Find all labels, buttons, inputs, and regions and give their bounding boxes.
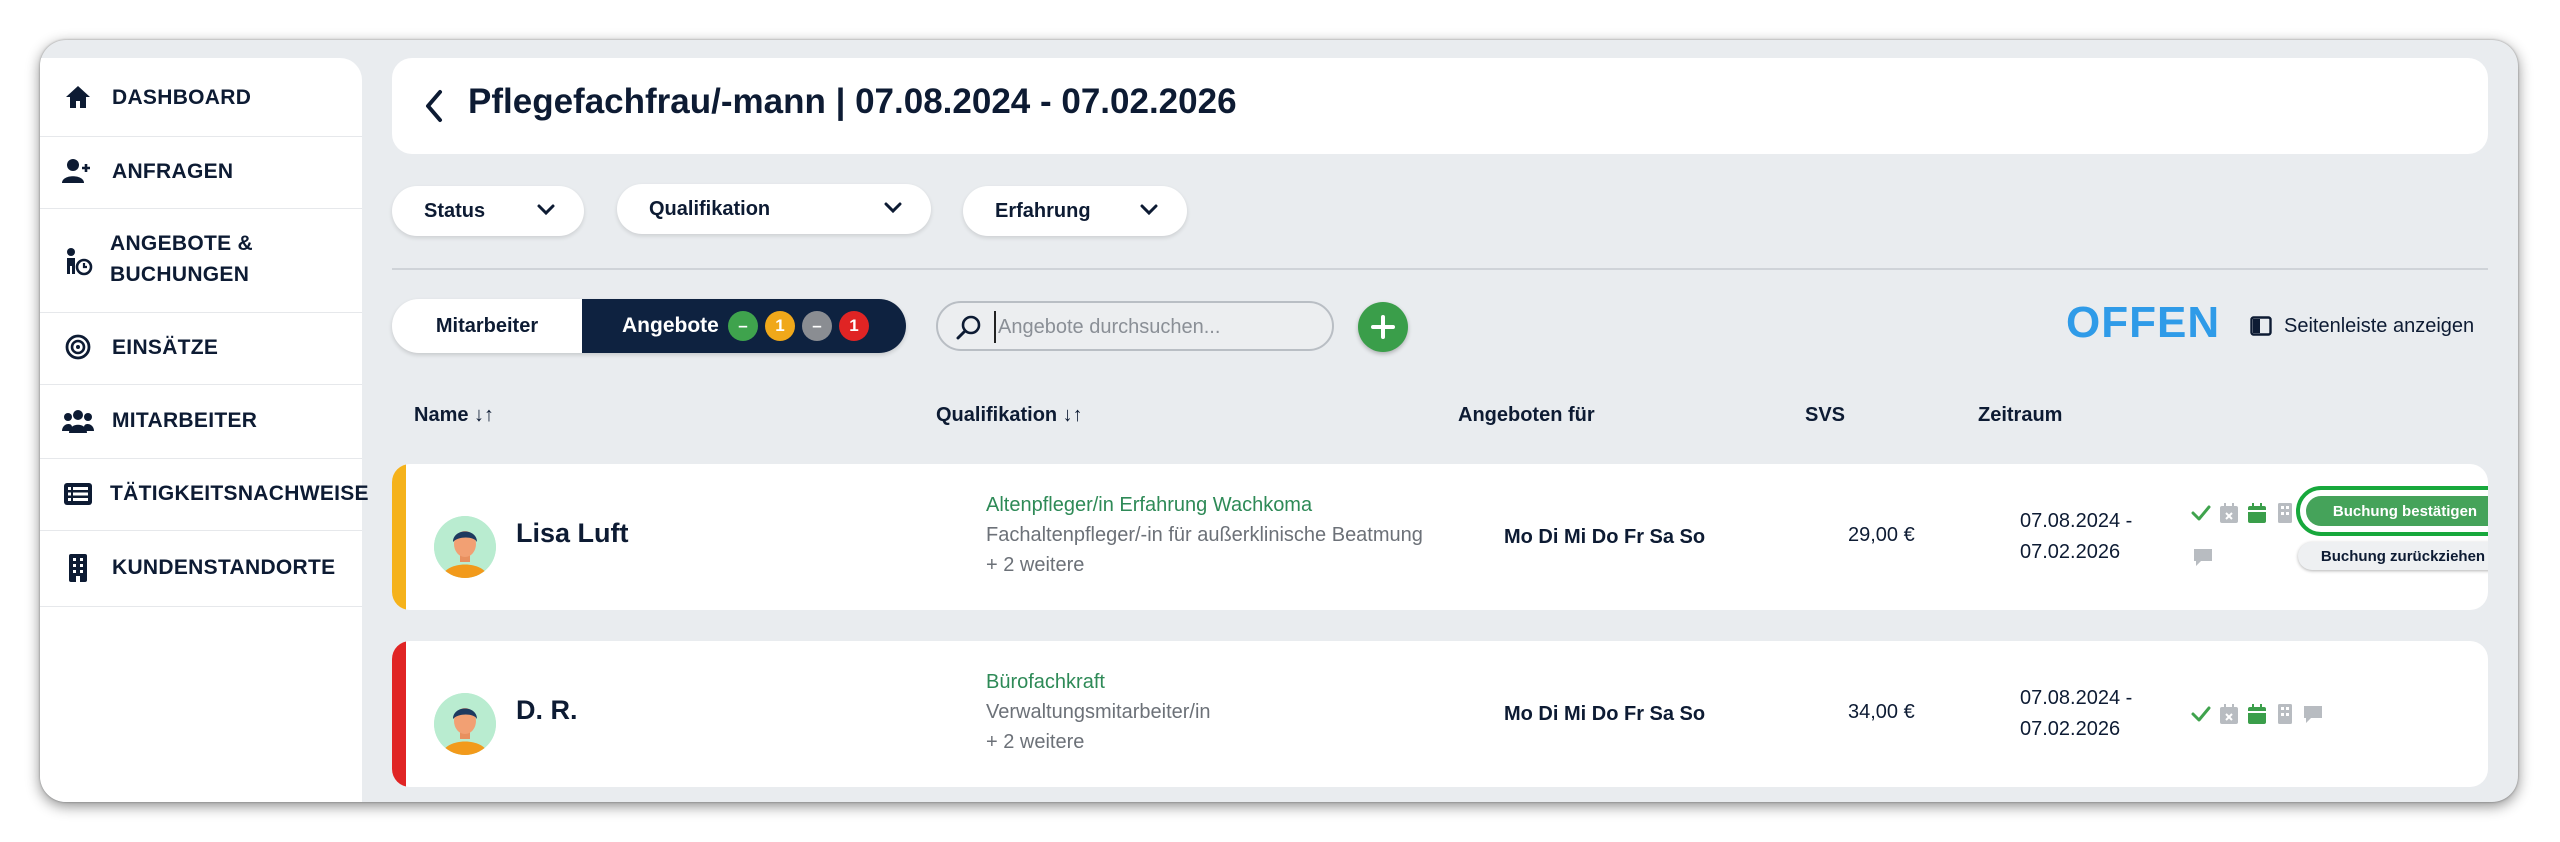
qualification-secondary: Fachaltenpfleger/-in für außerklinische … — [986, 524, 1423, 546]
calendar-cancel-icon[interactable] — [2218, 502, 2240, 524]
sidebar-item-label: EINSÄTZE — [112, 336, 219, 359]
chevron-down-icon — [537, 204, 555, 216]
erfahrung-filter-dropdown[interactable]: Erfahrung — [963, 186, 1187, 236]
search-box — [936, 301, 1334, 351]
column-header-name[interactable]: Name ↓↑ — [414, 404, 494, 427]
offered-days: Mo Di Mi Do Fr Sa So — [1504, 526, 1706, 548]
sidebar-panel-icon — [2250, 316, 2272, 336]
home-icon — [62, 81, 94, 113]
sidebar-item-mitarbeiter[interactable]: MITARBEITER — [40, 384, 362, 459]
building-icon — [62, 552, 94, 584]
chevron-down-icon — [1140, 204, 1158, 216]
building-icon[interactable] — [2274, 703, 2296, 725]
employee-name: Lisa Luft — [516, 518, 629, 548]
date-range-start: 07.08.2024 - — [2020, 687, 2133, 709]
sidebar-item-kundenstandorte[interactable]: KUNDENSTANDORTE — [40, 530, 362, 607]
building-icon[interactable] — [2274, 502, 2296, 524]
plus-icon — [1371, 315, 1395, 339]
users-icon — [62, 405, 94, 437]
chevron-down-icon — [884, 202, 902, 214]
table-row[interactable]: Lisa Luft Altenpfleger/in Erfahrung Wach… — [392, 464, 2488, 610]
withdraw-booking-button[interactable]: Buchung zurückziehen — [2298, 542, 2488, 570]
date-range-end: 07.02.2026 — [2020, 541, 2121, 563]
svs-rate: 29,00 € — [1848, 524, 1915, 546]
status-filter-label: Status — [424, 199, 486, 222]
row-status-accent — [392, 641, 406, 787]
add-button[interactable] — [1358, 302, 1408, 352]
show-sidebar-button[interactable]: Seitenleiste anzeigen — [2250, 312, 2474, 340]
date-range: 07.08.2024 - 07.02.2026 — [2020, 683, 2132, 745]
show-sidebar-label: Seitenleiste anzeigen — [2284, 314, 2475, 337]
sidebar-item-label-line1: ANGEBOTE & — [110, 232, 254, 255]
status-badge-grey: – — [802, 311, 832, 341]
sidebar-item-label: MITARBEITER — [112, 409, 258, 432]
qualification-more[interactable]: + 2 weitere — [986, 731, 1084, 754]
comment-icon[interactable] — [2192, 546, 2214, 568]
sidebar: DASHBOARD ANFRAGEN ANGEBOTE & BUCHUNGEN … — [40, 58, 369, 802]
table-row[interactable]: D. R. Bürofachkraft Verwaltungsmitarbeit… — [392, 641, 2488, 787]
sidebar-item-label: ANFRAGEN — [112, 160, 234, 183]
sidebar-item-anfragen[interactable]: ANFRAGEN — [40, 136, 362, 209]
status-label: OFFEN — [2066, 298, 2221, 347]
sidebar-item-angebote-buchungen[interactable]: ANGEBOTE & BUCHUNGEN — [40, 208, 362, 313]
sidebar-item-label: KUNDENSTANDORTE — [112, 556, 336, 579]
qualifikation-filter-label: Qualifikation — [649, 197, 771, 220]
check-icon[interactable] — [2190, 703, 2212, 725]
page-title: Pflegefachfrau/-mann | 07.08.2024 - 07.0… — [468, 82, 1237, 121]
status-filter-dropdown[interactable]: Status — [392, 186, 584, 236]
sidebar-item-einsaetze[interactable]: EINSÄTZE — [40, 312, 362, 385]
calendar-icon[interactable] — [2246, 703, 2268, 725]
sidebar-item-label-line2: BUCHUNGEN — [110, 263, 250, 286]
offers-bookings-icon — [62, 245, 94, 277]
date-range-start: 07.08.2024 - — [2020, 510, 2133, 532]
status-badge-green: – — [728, 311, 758, 341]
divider — [392, 268, 2488, 270]
search-icon — [956, 315, 981, 340]
list-icon — [62, 478, 94, 510]
avatar — [434, 516, 496, 578]
sidebar-item-taetigkeitsnachweise[interactable]: TÄTIGKEITSNACHWEISE — [40, 458, 369, 531]
tab-mitarbeiter[interactable]: Mitarbeiter — [392, 299, 582, 353]
add-user-icon — [62, 155, 94, 187]
column-header-angeboten: Angeboten für — [1458, 404, 1595, 426]
confirm-booking-button[interactable]: Buchung bestätigen — [2306, 496, 2488, 526]
tab-angebote[interactable]: Angebote – 1 – 1 — [582, 299, 906, 353]
page-header: Pflegefachfrau/-mann | 07.08.2024 - 07.0… — [392, 58, 2488, 154]
status-badge-red: 1 — [839, 311, 869, 341]
date-range-end: 07.02.2026 — [2020, 718, 2121, 740]
qualification-more[interactable]: + 2 weitere — [986, 554, 1084, 577]
qualification-primary: Altenpfleger/in Erfahrung Wachkoma — [986, 494, 1313, 516]
column-header-svs: SVS — [1805, 404, 1846, 426]
sidebar-item-dashboard[interactable]: DASHBOARD — [40, 58, 362, 137]
status-badge-yellow: 1 — [765, 311, 795, 341]
erfahrung-filter-label: Erfahrung — [995, 199, 1091, 222]
calendar-icon[interactable] — [2246, 502, 2268, 524]
svs-rate: 34,00 € — [1848, 701, 1915, 723]
sidebar-item-label: DASHBOARD — [112, 86, 252, 109]
column-header-zeitraum: Zeitraum — [1978, 404, 2063, 426]
sidebar-item-label: TÄTIGKEITSNACHWEISE — [110, 482, 369, 505]
target-icon — [62, 331, 94, 363]
employee-name: D. R. — [516, 695, 578, 725]
qualification-primary: Bürofachkraft — [986, 671, 1105, 693]
search-input[interactable] — [994, 311, 1320, 343]
chevron-left-icon — [426, 90, 442, 122]
back-button[interactable] — [412, 84, 456, 128]
app-window: DASHBOARD ANFRAGEN ANGEBOTE & BUCHUNGEN … — [40, 40, 2518, 802]
calendar-cancel-icon[interactable] — [2218, 703, 2240, 725]
avatar — [434, 693, 496, 755]
date-range: 07.08.2024 - 07.02.2026 — [2020, 506, 2132, 568]
qualification-secondary: Verwaltungsmitarbeiter/in — [986, 701, 1211, 723]
check-icon[interactable] — [2190, 502, 2212, 524]
view-toggle: Mitarbeiter Angebote – 1 – 1 — [392, 299, 906, 353]
row-status-accent — [392, 464, 406, 610]
qualifikation-filter-dropdown[interactable]: Qualifikation — [617, 184, 931, 234]
offered-days: Mo Di Mi Do Fr Sa So — [1504, 703, 1706, 725]
tab-angebote-label: Angebote — [622, 314, 719, 337]
comment-icon[interactable] — [2302, 703, 2324, 725]
column-header-qualifikation[interactable]: Qualifikation ↓↑ — [936, 404, 1083, 427]
